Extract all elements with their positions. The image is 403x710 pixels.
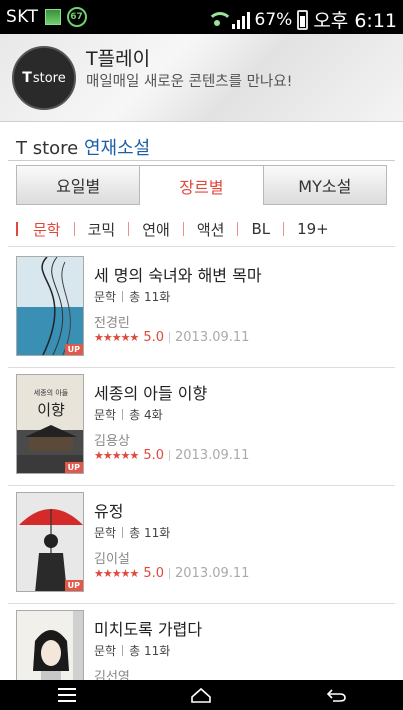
- app-title: T플레이: [86, 48, 151, 70]
- divider: [8, 160, 395, 161]
- author: 김이설: [94, 552, 130, 567]
- rating-row: ★★★★★ 5.0 2013.09.11: [94, 566, 249, 581]
- wifi-icon: [206, 11, 233, 28]
- novel-genre: 문학: [94, 644, 117, 658]
- rating-row: ★★★★★ 5.0 2013.09.11: [94, 330, 249, 345]
- home-icon[interactable]: [181, 683, 221, 707]
- cover-text-top: 세종의 아들: [34, 388, 69, 397]
- episode-count: 총 11화: [129, 290, 171, 304]
- clock: 오후 6:11: [313, 10, 397, 32]
- section-brand: T store: [16, 138, 79, 159]
- star-rating-icon: ★★★★★: [94, 567, 139, 580]
- up-badge: UP: [64, 344, 83, 355]
- genre-literature[interactable]: 문학: [20, 219, 74, 240]
- up-badge: UP: [64, 462, 83, 473]
- tab-by-genre[interactable]: 장르별: [140, 165, 264, 205]
- app-subtitle: 매일매일 새로운 콘텐츠를 만나요!: [86, 74, 293, 90]
- novel-meta: 문학 총 11화: [94, 642, 170, 659]
- separator: [169, 450, 170, 461]
- episode-count: 총 4화: [129, 408, 163, 422]
- episode-count: 총 11화: [129, 644, 171, 658]
- novel-meta: 문학 총 4화: [94, 406, 163, 423]
- genre-romance[interactable]: 연애: [129, 219, 183, 240]
- battery-percent: 67%: [254, 9, 293, 30]
- status-bar: SKT 67 67% 오후 6:11: [0, 0, 403, 34]
- divider: [8, 246, 395, 247]
- genre-adult[interactable]: 19+: [284, 220, 342, 238]
- tab-my-novel[interactable]: MY소설: [263, 165, 387, 205]
- score: 5.0: [143, 330, 164, 345]
- separator: [122, 645, 124, 656]
- genre-action[interactable]: 액션: [184, 219, 238, 240]
- navigation-bar: [0, 680, 403, 710]
- list-item[interactable]: UP 세 명의 숙녀와 해변 목마 문학 총 11화 전경린 ★★★★★ 5.0…: [8, 250, 395, 368]
- novel-genre: 문학: [94, 526, 117, 540]
- author: 전경린: [94, 316, 130, 331]
- section-name: 연재소설: [83, 138, 151, 159]
- star-rating-icon: ★★★★★: [94, 449, 139, 462]
- logo-text: store: [32, 70, 66, 86]
- signal-icon: [231, 11, 250, 29]
- logo-mark: T: [22, 70, 32, 86]
- novel-title: 미치도록 가렵다: [94, 620, 203, 639]
- app-header: T store T플레이 매일매일 새로운 콘텐츠를 만나요!: [0, 34, 403, 122]
- cover-image: 세종의 아들 이향 UP: [16, 374, 84, 474]
- tab-by-day[interactable]: 요일별: [16, 165, 141, 205]
- list-item[interactable]: 세종의 아들 이향 UP 세종의 아들 이향 문학 총 4화 김용상 ★★★★★…: [8, 368, 395, 486]
- novel-title: 유정: [94, 502, 124, 521]
- genre-marker: [16, 222, 18, 236]
- rating-row: ★★★★★ 5.0 2013.09.11: [94, 448, 249, 463]
- cover-image: UP: [16, 492, 84, 592]
- tab-bar: 요일별 장르별 MY소설: [16, 165, 387, 205]
- star-rating-icon: ★★★★★: [94, 331, 139, 344]
- author: 김용상: [94, 434, 130, 449]
- genre-bl[interactable]: BL: [238, 220, 283, 238]
- update-date: 2013.09.11: [175, 330, 250, 345]
- cover-image: UP: [16, 256, 84, 356]
- novel-list: UP 세 명의 숙녀와 해변 목마 문학 총 11화 전경린 ★★★★★ 5.0…: [0, 250, 403, 710]
- genre-comic[interactable]: 코믹: [75, 219, 129, 240]
- update-date: 2013.09.11: [175, 566, 250, 581]
- novel-meta: 문학 총 11화: [94, 288, 170, 305]
- novel-title: 세 명의 숙녀와 해변 목마: [94, 266, 262, 285]
- section-title: T store 연재소설: [16, 134, 150, 160]
- list-item[interactable]: UP 유정 문학 총 11화 김이설 ★★★★★ 5.0 2013.09.11: [8, 486, 395, 604]
- up-badge: UP: [64, 580, 83, 591]
- carrier-label: SKT: [6, 7, 39, 27]
- score: 5.0: [143, 448, 164, 463]
- separator: [169, 332, 170, 343]
- battery-icon: [297, 9, 309, 30]
- episode-count: 총 11화: [129, 526, 171, 540]
- score: 5.0: [143, 566, 164, 581]
- update-date: 2013.09.11: [175, 448, 250, 463]
- separator: [122, 527, 124, 538]
- novel-genre: 문학: [94, 408, 117, 422]
- notification-icon: [44, 9, 61, 25]
- separator: [122, 291, 124, 302]
- back-icon[interactable]: [316, 683, 356, 707]
- genre-filter: 문학 코믹 연애 액션 BL 19+: [16, 214, 391, 244]
- menu-icon[interactable]: [47, 683, 87, 707]
- novel-genre: 문학: [94, 290, 117, 304]
- separator: [122, 409, 124, 420]
- badge-circle-icon: 67: [66, 7, 87, 27]
- tstore-logo[interactable]: T store: [12, 46, 76, 110]
- novel-title: 세종의 아들 이향: [94, 384, 208, 403]
- novel-meta: 문학 총 11화: [94, 524, 170, 541]
- cover-text-main: 이향: [37, 401, 65, 419]
- separator: [169, 568, 170, 579]
